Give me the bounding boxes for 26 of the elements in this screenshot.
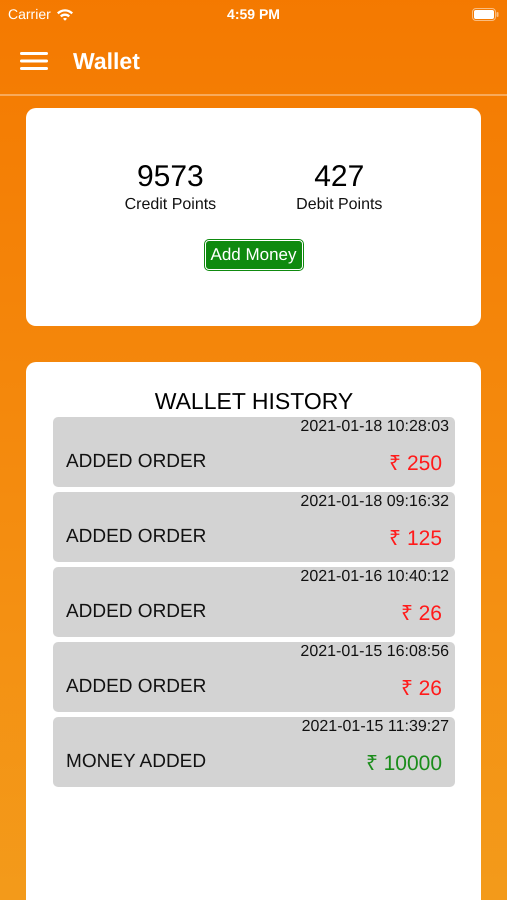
transaction-amount: ₹ 26 xyxy=(400,601,442,626)
transaction-amount: ₹ 26 xyxy=(400,676,442,701)
clock-time: 4:59 PM xyxy=(227,6,280,22)
battery-icon xyxy=(472,8,499,20)
timestamp: 2021-01-15 16:08:56 xyxy=(300,643,449,661)
transaction-description: ADDED ORDER xyxy=(66,676,206,698)
add-money-button[interactable]: Add Money xyxy=(204,240,302,270)
wifi-icon xyxy=(56,8,74,20)
timestamp: 2021-01-15 11:39:27 xyxy=(302,718,449,736)
page-title: Wallet xyxy=(73,48,140,74)
transaction-description: ADDED ORDER xyxy=(66,601,206,623)
transaction-description: MONEY ADDED xyxy=(66,751,206,773)
transaction-amount: ₹ 125 xyxy=(389,526,442,551)
transaction-amount: ₹ 10000 xyxy=(366,751,442,776)
carrier-label: Carrier xyxy=(8,6,51,22)
timestamp: 2021-01-18 10:28:03 xyxy=(300,418,449,436)
transaction-description: ADDED ORDER xyxy=(66,526,206,548)
points-value: 427 xyxy=(314,160,364,194)
transaction-description: ADDED ORDER xyxy=(66,451,206,473)
points-label: Debit Points xyxy=(296,196,382,214)
transaction-amount: ₹ 250 xyxy=(389,451,442,476)
timestamp: 2021-01-18 09:16:32 xyxy=(300,493,449,511)
points-value: 9573 xyxy=(136,160,204,194)
points-label: Credit Points xyxy=(124,196,216,214)
timestamp: 2021-01-16 10:40:12 xyxy=(300,568,449,586)
section-title: WALLET HISTORY xyxy=(154,388,354,415)
